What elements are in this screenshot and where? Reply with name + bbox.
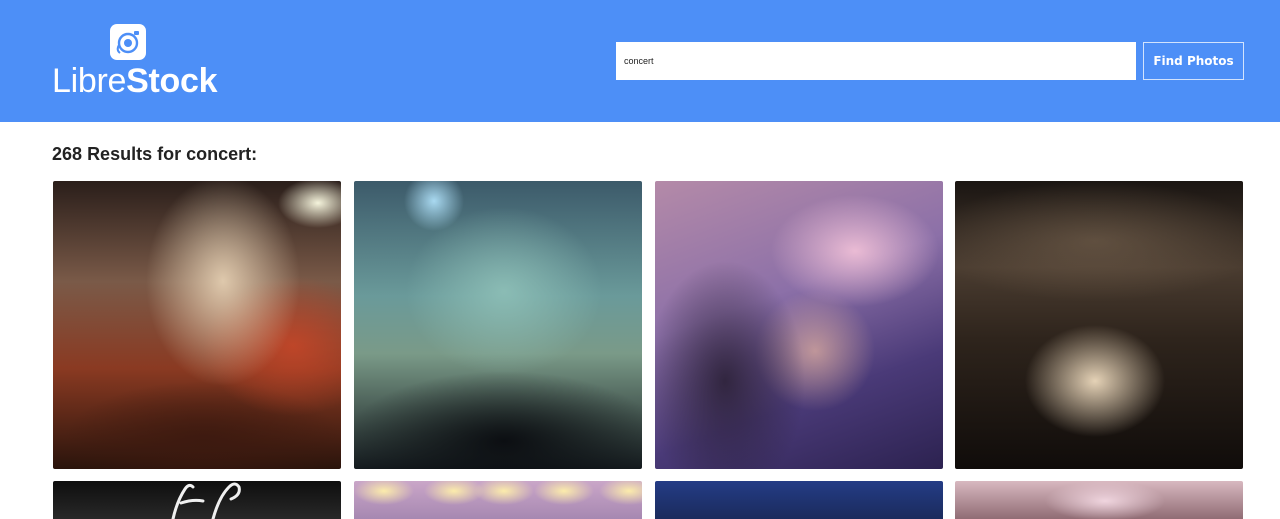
results-count: 268	[52, 144, 83, 164]
camera-icon	[110, 24, 146, 60]
logo-wordmark: LibreStock	[52, 62, 218, 100]
photo-tile-5[interactable]	[53, 481, 341, 519]
photo-tile-3[interactable]	[655, 181, 943, 469]
search-input[interactable]	[616, 42, 1136, 80]
find-photos-button[interactable]: Find Photos	[1143, 42, 1244, 80]
photo-tile-4[interactable]	[955, 181, 1243, 469]
photo-tile-7[interactable]	[655, 481, 943, 519]
photo-tile-1[interactable]	[53, 181, 341, 469]
logo-text-bold: Stock	[126, 62, 218, 100]
site-header: LibreStock Find Photos	[0, 0, 1280, 122]
photo-tile-6[interactable]	[354, 481, 642, 519]
results-suffix: :	[251, 144, 258, 164]
librestock-logo[interactable]: LibreStock	[52, 24, 218, 100]
logo-text-light: Libre	[52, 62, 127, 100]
results-heading: 268 Results for concert:	[52, 143, 257, 165]
results-query: concert	[186, 144, 252, 164]
photo-tile-2[interactable]	[354, 181, 642, 469]
photo-tile-8[interactable]	[955, 481, 1243, 519]
results-prefix: Results for	[87, 144, 182, 164]
script-lettering-graphic	[171, 482, 241, 519]
